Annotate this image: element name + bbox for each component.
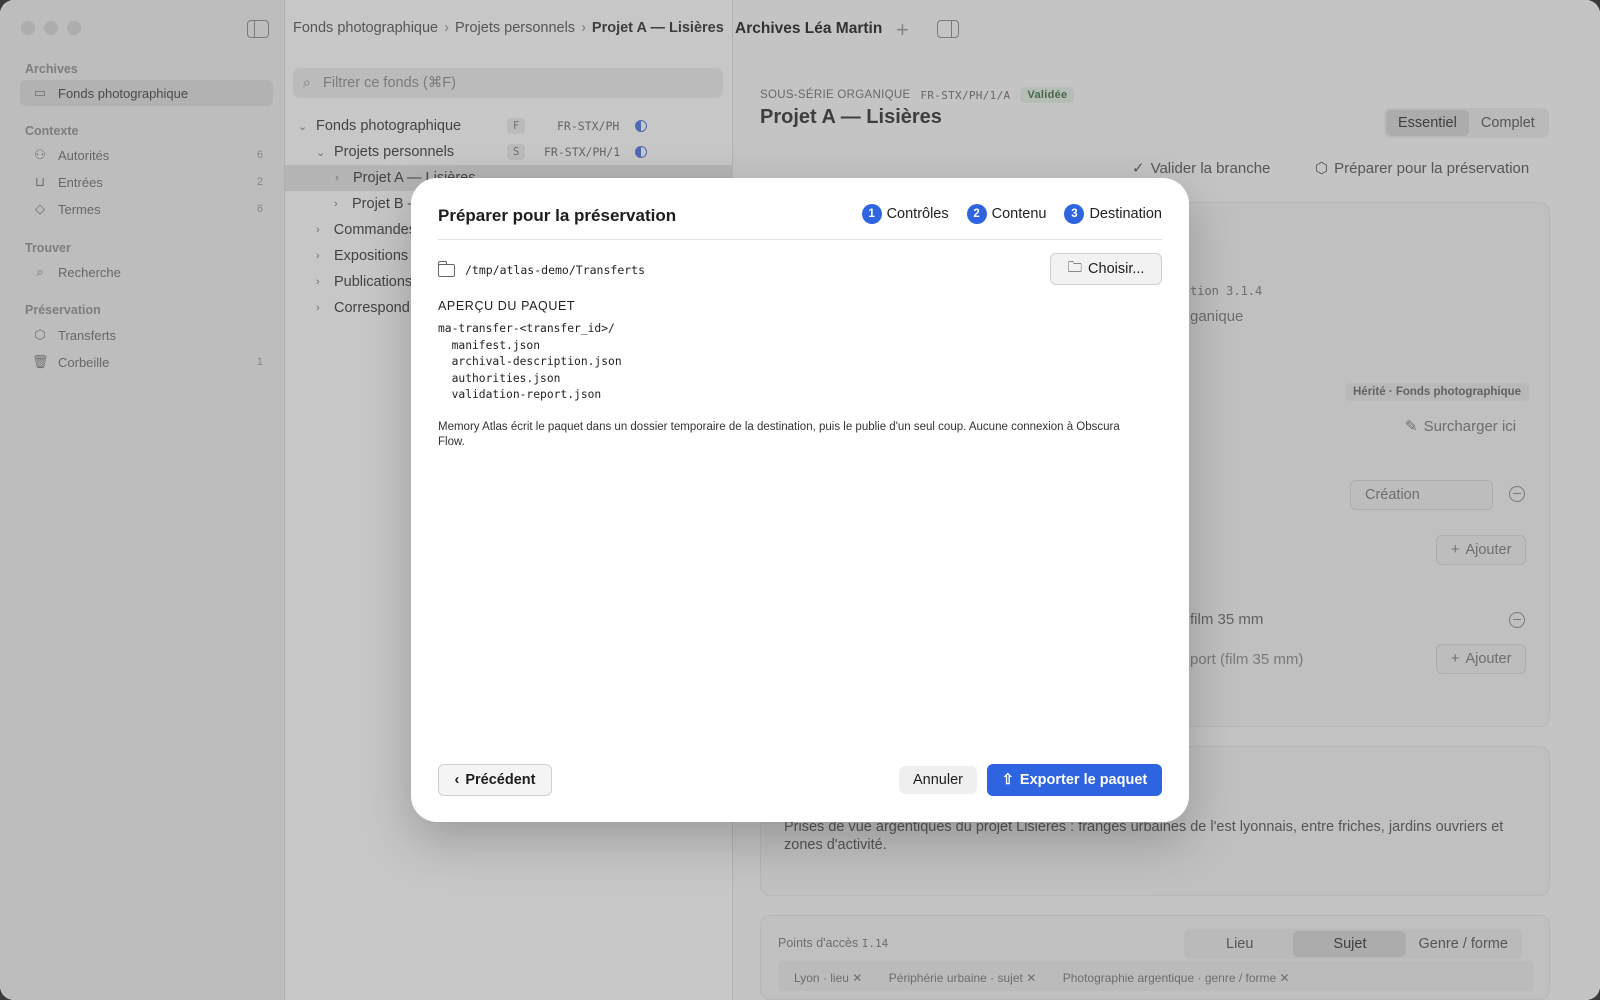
preview-heading: APERÇU DU PAQUET (438, 299, 576, 313)
folder-plus-icon: 🗀 (1067, 259, 1083, 276)
export-note: Memory Atlas écrit le paquet dans un dos… (438, 421, 1120, 448)
package-tree-line: authorities.json (438, 371, 561, 385)
choose-label: Choisir... (1088, 261, 1145, 277)
stepper: 1 Contrôles 2 Contenu 3 Destination (861, 204, 1162, 224)
export-label: Exporter le paquet (1019, 772, 1148, 788)
chevron-left-icon: ‹ (454, 772, 460, 788)
choose-folder-button[interactable]: 🗀 Choisir... (1050, 253, 1162, 285)
step-label: Contrôles (886, 206, 949, 222)
dialog-title: Préparer pour la préservation (438, 206, 677, 225)
dialog-divider (438, 239, 1162, 240)
export-package-button[interactable]: ⇧ Exporter le paquet (987, 764, 1162, 796)
previous-label: Précédent (465, 772, 536, 788)
step-number: 1 (861, 204, 882, 224)
previous-button[interactable]: ‹ Précédent (438, 764, 552, 796)
step-label: Contenu (991, 206, 1047, 222)
package-tree-line: ma-transfer-<transfer_id>/ (438, 322, 615, 335)
step-contenu[interactable]: 2 Contenu (966, 204, 1047, 224)
cancel-button[interactable]: Annuler (899, 766, 977, 794)
package-tree: ma-transfer-<transfer_id>/ manifest.json… (438, 321, 622, 404)
folder-icon (437, 260, 455, 277)
package-tree-line: archival-description.json (438, 355, 622, 369)
preservation-dialog: Préparer pour la préservation 1 Contrôle… (411, 178, 1189, 822)
package-tree-line: manifest.json (438, 338, 541, 352)
step-controles[interactable]: 1 Contrôles (861, 204, 949, 224)
step-label: Destination (1089, 206, 1162, 222)
step-destination[interactable]: 3 Destination (1064, 204, 1162, 224)
destination-path: /tmp/atlas-demo/Transferts (465, 263, 646, 277)
app-window: Archives ▭ Fonds photographique Contexte… (0, 0, 1600, 1000)
step-number: 3 (1064, 204, 1085, 224)
share-icon: ⇧ (1001, 772, 1014, 788)
step-number: 2 (966, 204, 987, 224)
package-tree-line: validation-report.json (438, 388, 602, 402)
destination-row: /tmp/atlas-demo/Transferts (437, 260, 646, 277)
